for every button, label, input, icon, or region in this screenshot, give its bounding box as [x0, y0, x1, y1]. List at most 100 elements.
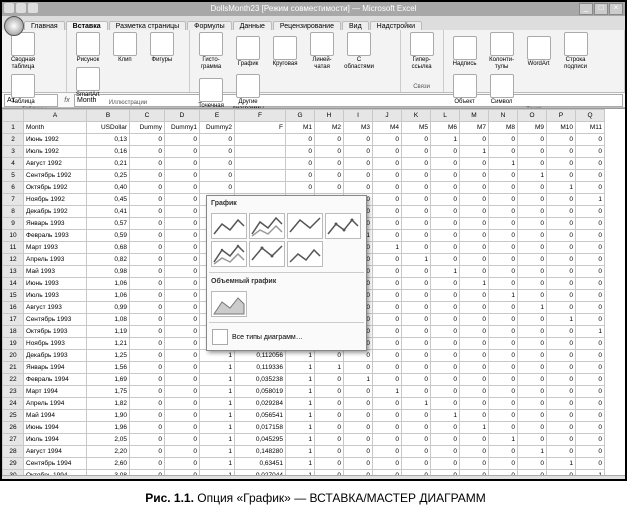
data-cell[interactable]: 0 — [402, 422, 431, 434]
row-header[interactable]: 27 — [3, 434, 24, 446]
data-cell[interactable]: 0 — [460, 458, 489, 470]
data-cell[interactable]: 0 — [200, 146, 235, 158]
data-cell[interactable]: 0 — [165, 146, 200, 158]
data-cell[interactable]: 0 — [547, 302, 576, 314]
data-cell[interactable]: 0 — [402, 146, 431, 158]
data-cell[interactable]: 0 — [402, 266, 431, 278]
data-cell[interactable]: 0 — [344, 170, 373, 182]
data-cell[interactable]: 0 — [130, 158, 165, 170]
ribbon-button[interactable]: Таблица — [6, 74, 40, 106]
data-cell[interactable]: Февраль 1993 — [24, 230, 87, 242]
data-cell[interactable]: 0,119336 — [235, 362, 286, 374]
column-header[interactable]: P — [547, 110, 576, 122]
data-cell[interactable]: Октябрь 1994 — [24, 470, 87, 476]
data-cell[interactable]: 0 — [130, 218, 165, 230]
data-cell[interactable]: 0 — [431, 374, 460, 386]
data-cell[interactable]: 0 — [431, 146, 460, 158]
data-cell[interactable]: 0 — [547, 170, 576, 182]
data-cell[interactable]: 0 — [576, 134, 605, 146]
data-cell[interactable]: 0 — [344, 386, 373, 398]
data-cell[interactable]: 0 — [518, 146, 547, 158]
data-cell[interactable]: 0 — [576, 170, 605, 182]
data-cell[interactable]: 0 — [460, 182, 489, 194]
data-cell[interactable]: 0 — [431, 434, 460, 446]
data-cell[interactable]: 0 — [518, 326, 547, 338]
data-cell[interactable]: 0 — [165, 302, 200, 314]
data-cell[interactable]: 1,06 — [87, 278, 130, 290]
data-cell[interactable]: 0 — [315, 350, 344, 362]
data-cell[interactable]: 1 — [200, 362, 235, 374]
data-cell[interactable]: 0 — [373, 134, 402, 146]
row-header[interactable]: 17 — [3, 314, 24, 326]
column-header[interactable]: K — [402, 110, 431, 122]
data-cell[interactable]: 0 — [165, 434, 200, 446]
data-cell[interactable]: 0,035238 — [235, 374, 286, 386]
data-cell[interactable]: 0 — [402, 170, 431, 182]
data-cell[interactable]: 0 — [130, 146, 165, 158]
data-cell[interactable]: 0 — [489, 470, 518, 476]
data-cell[interactable]: 0 — [431, 314, 460, 326]
data-cell[interactable]: 1,56 — [87, 362, 130, 374]
data-cell[interactable]: Август 1992 — [24, 158, 87, 170]
data-cell[interactable]: 0 — [315, 410, 344, 422]
row-header[interactable]: 25 — [3, 410, 24, 422]
column-header[interactable]: D — [165, 110, 200, 122]
header-cell[interactable]: USDollar — [87, 122, 130, 134]
data-cell[interactable]: Март 1994 — [24, 386, 87, 398]
data-cell[interactable]: 0 — [344, 446, 373, 458]
line-chart-thumb[interactable] — [211, 213, 247, 239]
data-cell[interactable]: 0 — [460, 266, 489, 278]
data-cell[interactable]: 0 — [460, 230, 489, 242]
row-header[interactable]: 12 — [3, 254, 24, 266]
data-cell[interactable]: 2,05 — [87, 434, 130, 446]
data-cell[interactable]: 0 — [460, 374, 489, 386]
data-cell[interactable]: 0 — [373, 170, 402, 182]
data-cell[interactable]: 0 — [402, 374, 431, 386]
data-cell[interactable]: 0 — [547, 338, 576, 350]
data-cell[interactable]: 0 — [576, 278, 605, 290]
data-cell[interactable]: Декабрь 1992 — [24, 206, 87, 218]
data-cell[interactable]: 0 — [315, 170, 344, 182]
header-cell[interactable]: M8 — [489, 122, 518, 134]
data-cell[interactable]: 0 — [576, 242, 605, 254]
data-cell[interactable]: 0 — [165, 398, 200, 410]
data-cell[interactable]: 0 — [547, 434, 576, 446]
data-cell[interactable]: 0 — [344, 398, 373, 410]
data-cell[interactable]: 0,13 — [87, 134, 130, 146]
data-cell[interactable]: 0 — [373, 194, 402, 206]
data-cell[interactable]: 0 — [576, 266, 605, 278]
ribbon-button[interactable]: Гисто-грамма — [194, 32, 228, 71]
data-cell[interactable]: 0 — [315, 134, 344, 146]
ribbon-button[interactable]: Надпись — [448, 36, 482, 68]
data-cell[interactable]: 0 — [130, 446, 165, 458]
data-cell[interactable]: 0 — [460, 194, 489, 206]
data-cell[interactable]: 0 — [489, 134, 518, 146]
data-cell[interactable]: 1 — [286, 434, 315, 446]
data-cell[interactable]: Июль 1992 — [24, 146, 87, 158]
data-cell[interactable]: 0 — [489, 170, 518, 182]
data-cell[interactable]: Февраль 1994 — [24, 374, 87, 386]
data-cell[interactable]: 0 — [489, 146, 518, 158]
line-chart-thumb[interactable] — [287, 241, 323, 267]
data-cell[interactable]: 0 — [165, 242, 200, 254]
ribbon-button[interactable]: Клип — [108, 32, 142, 64]
data-cell[interactable]: 1,75 — [87, 386, 130, 398]
data-cell[interactable]: 1 — [576, 194, 605, 206]
data-cell[interactable]: Август 1993 — [24, 302, 87, 314]
data-cell[interactable]: 0 — [373, 218, 402, 230]
column-header[interactable]: Q — [576, 110, 605, 122]
data-cell[interactable]: 0 — [518, 362, 547, 374]
data-cell[interactable]: 0 — [373, 446, 402, 458]
header-cell[interactable]: F — [235, 122, 286, 134]
data-cell[interactable]: 0,027044 — [235, 470, 286, 476]
data-cell[interactable]: 1 — [286, 470, 315, 476]
data-cell[interactable]: 0 — [130, 410, 165, 422]
line-chart-thumb[interactable] — [211, 241, 247, 267]
data-cell[interactable]: 0 — [489, 242, 518, 254]
data-cell[interactable]: 0 — [165, 254, 200, 266]
data-cell[interactable]: Ноябрь 1992 — [24, 194, 87, 206]
data-cell[interactable]: 1,69 — [87, 374, 130, 386]
data-cell[interactable]: 1 — [286, 458, 315, 470]
data-cell[interactable]: 0 — [489, 194, 518, 206]
data-cell[interactable]: 1 — [286, 422, 315, 434]
